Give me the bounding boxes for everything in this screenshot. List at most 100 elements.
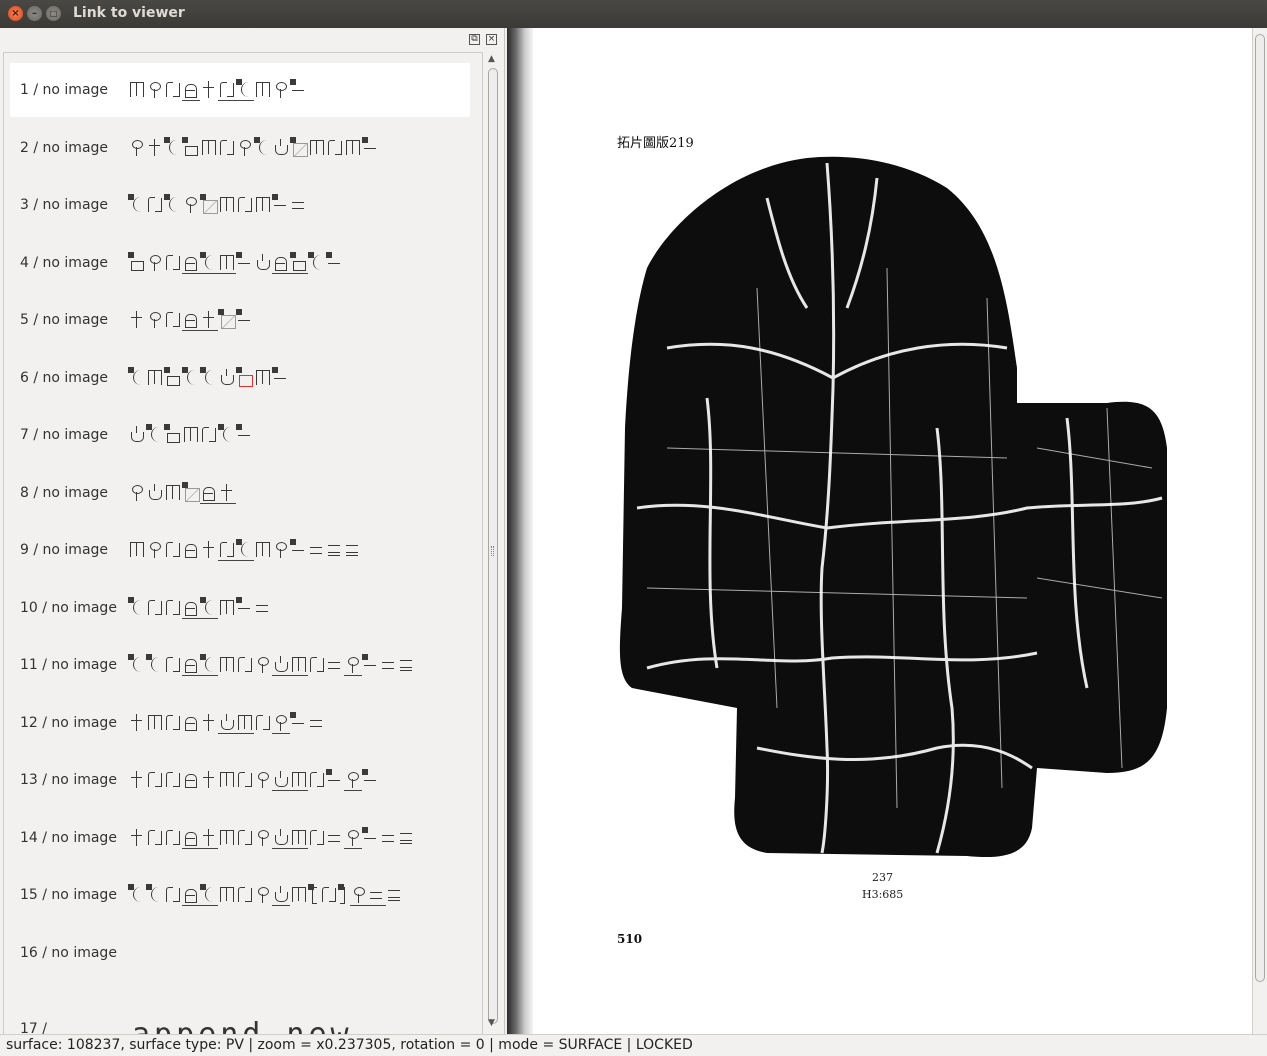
glyph-icon[interactable] xyxy=(128,884,146,906)
float-panel-icon[interactable]: ⧉ xyxy=(469,34,480,45)
glyph-icon[interactable] xyxy=(146,769,164,791)
glyph-icon[interactable] xyxy=(350,884,368,906)
glyph-icon[interactable] xyxy=(218,424,236,446)
glyph-icon[interactable] xyxy=(236,194,254,216)
glyph-icon[interactable] xyxy=(200,596,218,619)
glyph-icon[interactable] xyxy=(146,252,164,274)
glyph-icon[interactable] xyxy=(308,712,326,734)
glyph-icon[interactable] xyxy=(182,539,200,561)
glyph-icon[interactable] xyxy=(338,884,350,906)
glyph-icon[interactable] xyxy=(200,654,218,676)
glyph-icon[interactable] xyxy=(200,366,218,389)
glyph-icon[interactable] xyxy=(164,252,182,274)
list-row[interactable]: 2 / no image xyxy=(10,121,470,175)
glyph-icon[interactable] xyxy=(218,482,236,504)
glyph-icon[interactable] xyxy=(182,136,200,159)
glyph-icon[interactable] xyxy=(254,539,272,561)
list-row[interactable]: 13 / no image xyxy=(10,753,470,807)
glyph-icon[interactable] xyxy=(368,884,386,906)
glyph-icon[interactable] xyxy=(272,137,290,159)
glyph-icon[interactable] xyxy=(182,424,200,446)
glyph-icon[interactable] xyxy=(182,597,200,619)
glyph-icon[interactable] xyxy=(200,712,218,734)
glyph-icon[interactable] xyxy=(362,826,380,849)
glyph-icon[interactable] xyxy=(380,654,398,676)
glyph-icon[interactable] xyxy=(308,769,326,791)
glyph-icon[interactable] xyxy=(236,884,254,906)
glyph-icon[interactable] xyxy=(200,79,218,101)
glyph-icon[interactable] xyxy=(236,654,254,676)
glyph-icon[interactable] xyxy=(200,769,218,791)
glyph-icon[interactable] xyxy=(164,539,182,561)
viewer-scrollbar[interactable] xyxy=(1252,28,1267,1034)
splitter-grip-icon[interactable] xyxy=(491,546,494,556)
viewer-scroll-thumb[interactable] xyxy=(1255,34,1265,982)
glyph-icon[interactable] xyxy=(164,654,182,676)
glyph-icon[interactable] xyxy=(218,597,236,619)
glyph-icon[interactable] xyxy=(164,309,182,331)
glyph-icon[interactable] xyxy=(146,137,164,159)
glyph-icon[interactable] xyxy=(236,79,254,101)
glyph-icon[interactable] xyxy=(308,539,326,561)
list-row[interactable]: 9 / no image xyxy=(10,523,470,577)
glyph-icon[interactable] xyxy=(272,827,290,849)
glyph-icon[interactable] xyxy=(164,769,182,791)
list-row[interactable]: 12 / no image xyxy=(10,696,470,750)
append-new-row[interactable]: append new xyxy=(132,1017,353,1034)
glyph-icon[interactable] xyxy=(272,194,290,216)
glyph-icon[interactable] xyxy=(146,367,164,389)
partial-row-label[interactable]: 17 / xyxy=(20,1021,47,1034)
glyph-icon[interactable] xyxy=(272,539,290,561)
list-row[interactable]: 3 / no image xyxy=(10,178,470,232)
glyph-icon[interactable] xyxy=(344,769,362,791)
glyph-icon[interactable] xyxy=(272,884,290,906)
glyph-icon[interactable] xyxy=(128,79,146,101)
glyph-icon[interactable] xyxy=(272,366,290,389)
glyph-icon[interactable] xyxy=(164,79,182,101)
glyph-icon[interactable] xyxy=(218,137,236,159)
glyph-icon[interactable] xyxy=(164,884,182,906)
glyph-icon[interactable] xyxy=(218,194,236,216)
glyph-icon[interactable] xyxy=(308,654,326,676)
glyph-icon[interactable] xyxy=(236,712,254,734)
glyph-icon[interactable] xyxy=(200,424,218,446)
glyph-icon[interactable] xyxy=(320,884,338,906)
glyph-icon[interactable] xyxy=(272,654,290,676)
glyph-icon[interactable] xyxy=(290,884,308,906)
glyph-icon[interactable] xyxy=(308,137,326,159)
glyph-icon[interactable] xyxy=(182,769,200,791)
glyph-icon[interactable] xyxy=(236,769,254,791)
glyph-icon[interactable] xyxy=(128,137,146,159)
scroll-up-icon[interactable]: ▲ xyxy=(488,54,495,64)
glyph-icon[interactable] xyxy=(290,79,308,101)
glyph-icon[interactable] xyxy=(344,827,362,849)
glyph-icon[interactable] xyxy=(182,827,200,849)
glyph-icon[interactable] xyxy=(164,136,182,159)
glyph-icon[interactable] xyxy=(128,596,146,619)
glyph-icon[interactable] xyxy=(254,136,272,159)
glyph-icon[interactable] xyxy=(146,654,164,676)
glyph-icon[interactable] xyxy=(290,539,308,561)
glyph-icon[interactable] xyxy=(290,251,308,274)
glyph-icon[interactable] xyxy=(146,309,164,331)
glyph-icon[interactable] xyxy=(344,539,362,561)
glyph-icon[interactable] xyxy=(200,194,218,216)
list-row[interactable]: 4 / no image xyxy=(10,236,470,290)
glyph-icon[interactable] xyxy=(290,827,308,849)
inscription-list[interactable]: 1 / no image 2 / no image 3 / no image 4 / … xyxy=(3,52,483,1034)
bone-rubbing-image[interactable] xyxy=(607,148,1177,868)
list-row[interactable]: 7 / no image xyxy=(10,408,470,462)
glyph-icon[interactable] xyxy=(200,137,218,159)
glyph-icon[interactable] xyxy=(218,769,236,791)
glyph-icon[interactable] xyxy=(182,654,200,676)
glyph-icon[interactable] xyxy=(182,309,200,331)
glyph-icon[interactable] xyxy=(146,424,164,446)
glyph-icon[interactable] xyxy=(128,366,146,389)
glyph-icon[interactable] xyxy=(290,711,308,734)
glyph-icon[interactable] xyxy=(344,654,362,676)
glyph-icon[interactable] xyxy=(128,712,146,734)
glyph-icon[interactable] xyxy=(182,252,200,274)
glyph-icon[interactable] xyxy=(128,654,146,676)
glyph-icon[interactable] xyxy=(254,769,272,791)
glyph-icon[interactable] xyxy=(146,884,164,906)
